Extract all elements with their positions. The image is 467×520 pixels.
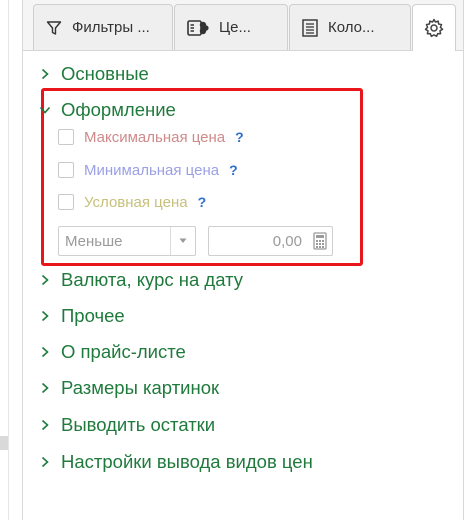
- max-price-checkbox[interactable]: [58, 129, 74, 145]
- price-list-icon: [187, 18, 209, 38]
- chevron-right-icon: [39, 419, 51, 431]
- dropdown-arrow-icon[interactable]: [170, 227, 195, 255]
- cond-price-label: Условная цена: [84, 193, 188, 211]
- tab-filters-label: Фильтры ...: [72, 19, 150, 36]
- tab-filters[interactable]: Фильтры ...: [33, 4, 173, 50]
- tab-prices[interactable]: Це...: [174, 4, 288, 50]
- min-price-help-icon[interactable]: ?: [229, 162, 238, 178]
- max-price-help-icon[interactable]: ?: [235, 129, 244, 145]
- chevron-right-icon: [39, 310, 51, 322]
- section-currency-label: Валюта, курс на дату: [61, 269, 244, 290]
- condition-select[interactable]: Меньше: [58, 226, 196, 256]
- section-design-label: Оформление: [61, 99, 176, 120]
- condition-select-value: Меньше: [65, 232, 123, 250]
- section-about[interactable]: О прайс-листе: [39, 340, 186, 364]
- condition-value: 0,00: [272, 232, 302, 250]
- condition-value-field[interactable]: 0,00: [208, 226, 333, 256]
- section-price-types[interactable]: Настройки вывода видов цен: [39, 450, 313, 474]
- section-about-label: О прайс-листе: [61, 341, 186, 362]
- chevron-right-icon: [39, 456, 51, 468]
- scroll-grip[interactable]: [0, 436, 8, 450]
- tab-columns-label: Коло...: [328, 19, 375, 36]
- chevron-down-icon: [39, 104, 51, 116]
- option-max-price[interactable]: Максимальная цена ?: [58, 127, 244, 147]
- tab-bar: Фильтры ... Це... Коло...: [23, 0, 463, 51]
- cond-price-help-icon[interactable]: ?: [198, 194, 207, 210]
- min-price-checkbox[interactable]: [58, 162, 74, 178]
- section-image-sizes[interactable]: Размеры картинок: [39, 376, 219, 400]
- chevron-right-icon: [39, 346, 51, 358]
- tab-columns[interactable]: Коло...: [289, 4, 411, 50]
- tab-settings[interactable]: [412, 4, 456, 51]
- section-other[interactable]: Прочее: [39, 304, 125, 328]
- min-price-label: Минимальная цена: [84, 161, 220, 179]
- section-stock-label: Выводить остатки: [61, 414, 216, 435]
- section-basic-label: Основные: [61, 63, 149, 84]
- option-min-price[interactable]: Минимальная цена ?: [58, 160, 238, 180]
- settings-panel: Фильтры ... Це... Коло... Основные Оформ…: [22, 0, 464, 520]
- section-price-types-label: Настройки вывода видов цен: [61, 451, 313, 472]
- gear-icon: [424, 18, 444, 38]
- chevron-right-icon: [39, 274, 51, 286]
- chevron-right-icon: [39, 68, 51, 80]
- section-design[interactable]: Оформление: [39, 98, 176, 122]
- max-price-label: Максимальная цена: [84, 128, 226, 146]
- section-stock[interactable]: Выводить остатки: [39, 413, 215, 437]
- left-edge-scrollbar[interactable]: [0, 0, 9, 520]
- cond-price-checkbox[interactable]: [58, 194, 74, 210]
- section-basic[interactable]: Основные: [39, 62, 149, 86]
- section-other-label: Прочее: [61, 305, 125, 326]
- calculator-icon[interactable]: [308, 227, 332, 255]
- option-cond-price[interactable]: Условная цена ?: [58, 192, 206, 212]
- section-image-sizes-label: Размеры картинок: [61, 377, 220, 398]
- tab-prices-label: Це...: [219, 19, 251, 36]
- filter-icon: [46, 20, 62, 36]
- columns-icon: [302, 18, 318, 37]
- section-currency[interactable]: Валюта, курс на дату: [39, 268, 243, 292]
- chevron-right-icon: [39, 382, 51, 394]
